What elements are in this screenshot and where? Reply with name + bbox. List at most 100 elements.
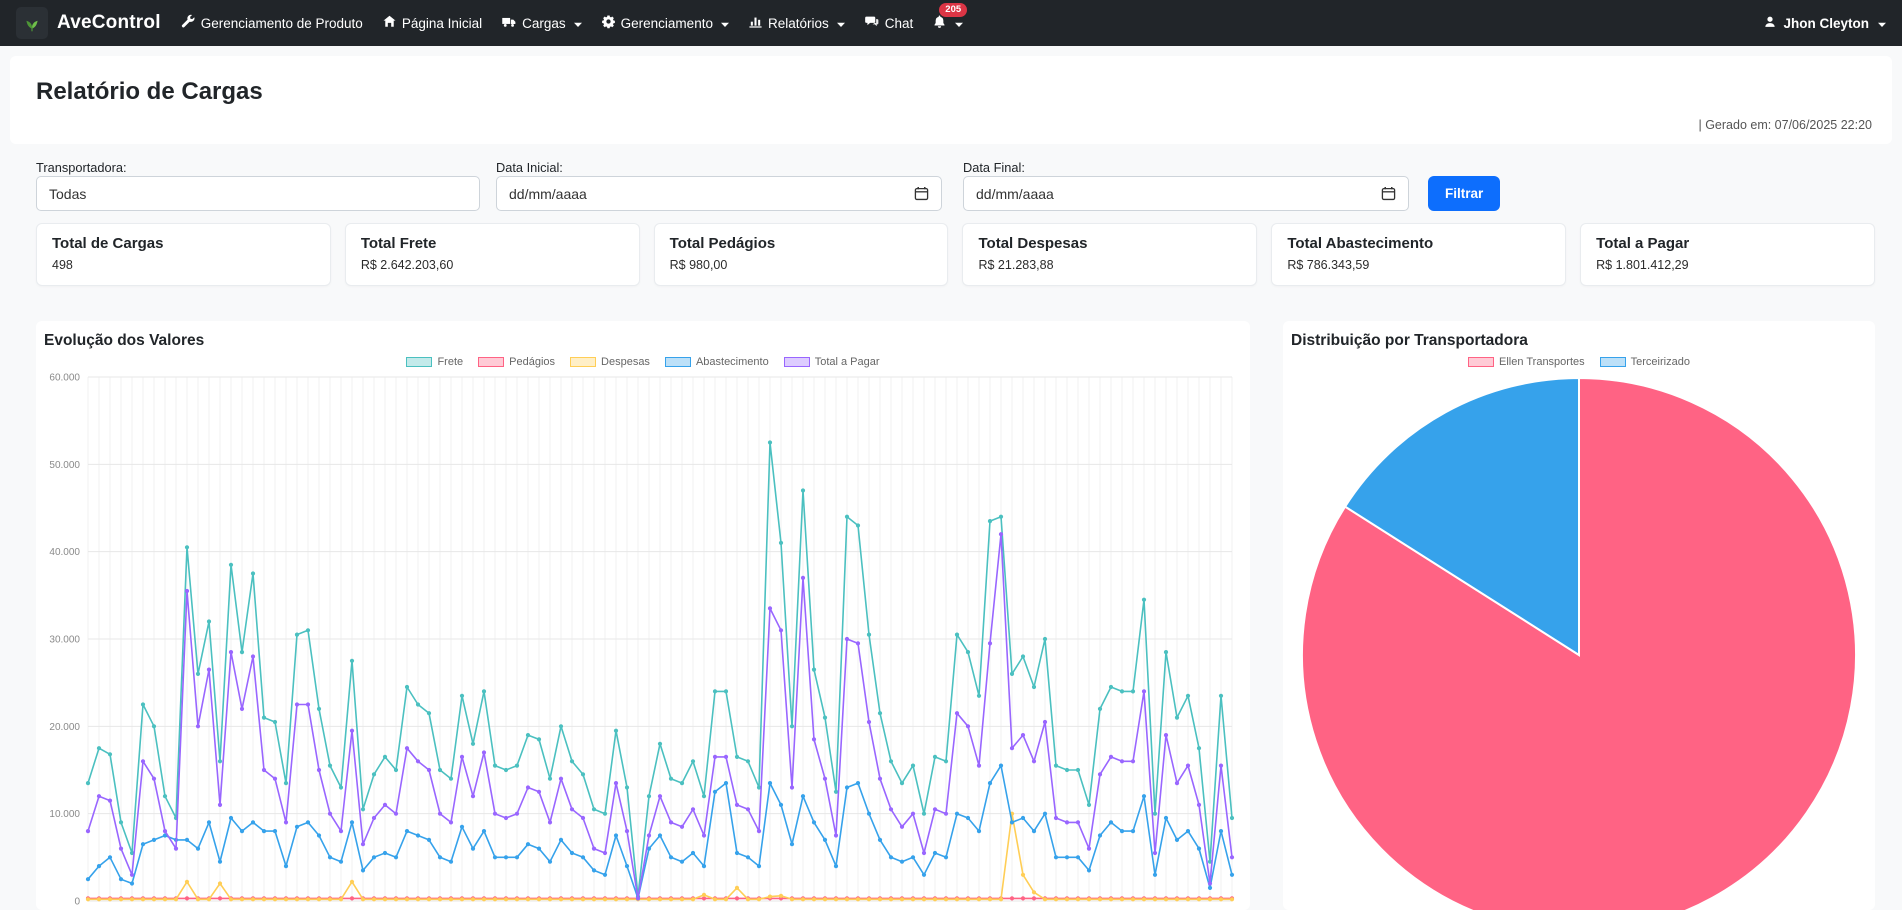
nav-item-cargas[interactable]: Cargas (501, 14, 582, 32)
wrench-icon (181, 14, 196, 32)
nav-label: Cargas (522, 15, 566, 31)
legend-item[interactable]: Despesas (570, 356, 650, 368)
generated-timestamp: | Gerado em: 07/06/2025 22:20 (1698, 118, 1872, 132)
stat-label: Total de Cargas (52, 235, 164, 252)
legend-label: Despesas (601, 356, 650, 368)
svg-text:20.000: 20.000 (49, 722, 80, 733)
user-menu[interactable]: Jhon Cleyton (1763, 15, 1886, 32)
legend-swatch (783, 357, 810, 367)
legend-swatch (1599, 357, 1626, 367)
transportadora-label: Transportadora: (36, 160, 127, 175)
pie-chart-legend: Ellen Transportes Terceirizado (1283, 353, 1875, 371)
stat-label: Total Despesas (978, 235, 1088, 252)
stat-value: R$ 21.283,88 (978, 258, 1054, 272)
transportadora-select[interactable]: Todas (36, 176, 480, 211)
notifications-button[interactable]: 205 (932, 3, 968, 32)
svg-text:30.000: 30.000 (49, 635, 80, 646)
legend-swatch (664, 357, 691, 367)
app-root: AveControl Gerenciamento de Produto Pági… (0, 0, 1902, 910)
stat-card-total-a-pagar: Total a Pagar R$ 1.801.412,29 (1580, 223, 1875, 286)
stat-label: Total Abastecimento (1287, 235, 1434, 252)
svg-text:60.000: 60.000 (49, 373, 80, 384)
legend-item[interactable]: Total a Pagar (783, 356, 880, 368)
nav-label: Chat (884, 15, 914, 31)
transportadora-value: Todas (49, 185, 87, 202)
page-title: Relatório de Cargas (36, 78, 263, 105)
nav-item-relatorios[interactable]: Relatórios (748, 14, 845, 32)
user-name: Jhon Cleyton (1783, 15, 1869, 31)
stat-card-total-frete: Total Frete R$ 2.642.203,60 (344, 223, 640, 286)
bar-chart-icon (748, 14, 763, 32)
data-inicial-input[interactable]: dd/mm/aaaa (496, 176, 942, 211)
chevron-down-icon (836, 16, 845, 31)
nav-label: Página Inicial (401, 15, 483, 31)
legend-item[interactable]: Abastecimento (664, 356, 769, 368)
stat-value: R$ 980,00 (669, 258, 728, 272)
gears-icon (601, 14, 616, 32)
stat-card-total-abastecimento: Total Abastecimento R$ 786.343,59 (1271, 223, 1567, 286)
stat-value: 498 (52, 258, 73, 272)
line-chart-title: Evolução dos Valores (44, 332, 205, 349)
data-inicial-placeholder: dd/mm/aaaa (509, 185, 587, 202)
legend-label: Abastecimento (695, 356, 769, 368)
stat-label: Total Pedágios (669, 235, 776, 252)
calendar-icon[interactable] (914, 186, 929, 201)
line-chart-card: Evolução dos Valores Frete Pedágios Despes… (36, 321, 1250, 910)
navbar-right: Jhon Cleyton (1763, 15, 1886, 32)
chevron-down-icon (955, 16, 964, 31)
data-inicial-label: Data Inicial: (496, 160, 563, 175)
stat-card-total-despesas: Total Despesas R$ 21.283,88 (962, 223, 1258, 286)
stat-label: Total a Pagar (1596, 235, 1690, 252)
legend-label: Ellen Transportes (1499, 356, 1585, 368)
stat-value: R$ 2.642.203,60 (360, 258, 454, 272)
nav-item-gerenciamento[interactable]: Gerenciamento (601, 14, 729, 32)
svg-text:0: 0 (74, 897, 80, 908)
svg-text:40.000: 40.000 (49, 547, 80, 558)
nav-item-chat[interactable]: Chat (864, 14, 914, 32)
legend-swatch (570, 357, 597, 367)
line-chart-legend: Frete Pedágios Despesas Abastecimento Total … (36, 353, 1250, 371)
brand[interactable]: AveControl (16, 7, 161, 39)
legend-swatch (1468, 357, 1495, 367)
legend-label: Terceirizado (1630, 356, 1690, 368)
stat-label: Total Frete (360, 235, 437, 252)
pie-chart-title: Distribuição por Transportadora (1291, 332, 1528, 349)
nav-label: Relatórios (767, 15, 829, 31)
logo-icon (16, 7, 48, 39)
person-icon (1763, 15, 1777, 32)
legend-label: Pedágios (509, 356, 556, 368)
truck-icon (501, 14, 517, 32)
pie-chart-canvas[interactable] (1299, 375, 1859, 910)
stat-card-total-pedagios: Total Pedágios R$ 980,00 (653, 223, 949, 286)
legend-item[interactable]: Ellen Transportes (1468, 356, 1585, 368)
nav-item-pagina-inicial[interactable]: Página Inicial (382, 14, 482, 32)
chevron-down-icon (1878, 16, 1886, 31)
data-final-label: Data Final: (963, 160, 1025, 175)
filtrar-button[interactable]: Filtrar (1428, 176, 1501, 211)
bell-icon (932, 14, 947, 32)
top-navbar: AveControl Gerenciamento de Produto Pági… (0, 0, 1902, 46)
svg-text:50.000: 50.000 (49, 460, 80, 471)
svg-text:10.000: 10.000 (49, 809, 80, 820)
nav-item-gerenciamento-de-produto[interactable]: Gerenciamento de Produto (181, 14, 363, 32)
nav-label: Gerenciamento (620, 15, 713, 31)
notification-count-badge: 205 (939, 3, 968, 17)
chat-icon (864, 14, 880, 32)
line-chart-canvas[interactable]: 0 10.000 20.000 30.000 40.000 50.000 60.000 (36, 373, 1250, 910)
stats-row: Total de Cargas 498 Total Frete R$ 2.642… (36, 223, 1875, 286)
legend-item[interactable]: Frete (406, 356, 463, 368)
nav-label: Gerenciamento de Produto (200, 15, 363, 31)
calendar-icon[interactable] (1381, 186, 1396, 201)
data-final-placeholder: dd/mm/aaaa (976, 185, 1054, 202)
nav-links: Gerenciamento de Produto Página Inicial … (181, 3, 968, 32)
pie-chart-card: Distribuição por Transportadora Ellen Tr… (1283, 321, 1875, 910)
stat-value: R$ 786.343,59 (1287, 258, 1370, 272)
legend-item[interactable]: Terceirizado (1599, 356, 1690, 368)
chevron-down-icon (573, 16, 582, 31)
brand-name: AveControl (57, 12, 161, 33)
legend-item[interactable]: Pedágios (478, 356, 555, 368)
data-final-input[interactable]: dd/mm/aaaa (963, 176, 1409, 211)
legend-label: Frete (437, 356, 464, 368)
stat-card-total-de-cargas: Total de Cargas 498 (36, 223, 331, 286)
page-header: Relatório de Cargas | Gerado em: 07/06/2… (10, 56, 1892, 144)
